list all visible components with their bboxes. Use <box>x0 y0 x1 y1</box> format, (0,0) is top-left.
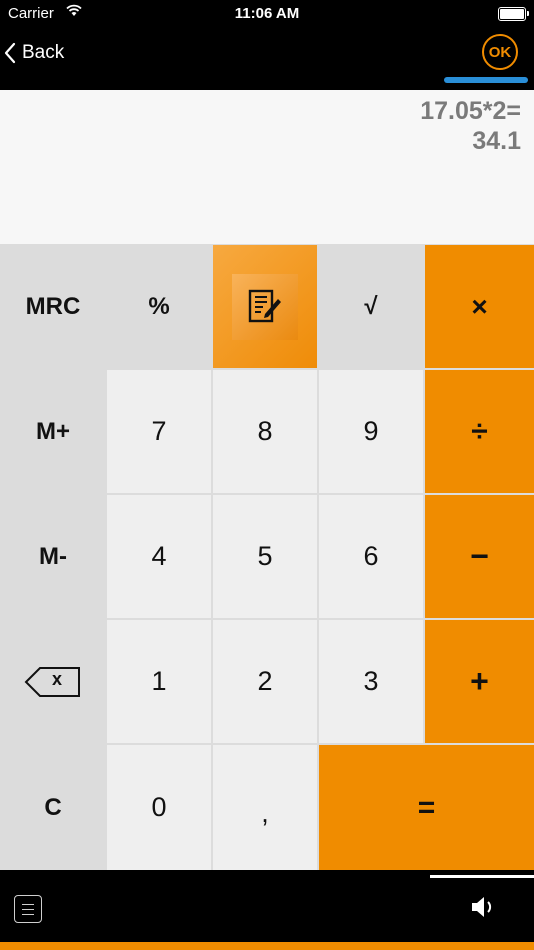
result-text: 34.1 <box>472 127 521 155</box>
key-2[interactable]: 2 <box>213 620 317 743</box>
key-1[interactable]: 1 <box>107 620 211 743</box>
bottom-toolbar <box>0 875 534 940</box>
comma-key[interactable]: , <box>213 745 317 870</box>
ok-button[interactable]: OK <box>482 34 518 70</box>
active-tab-indicator <box>430 875 534 878</box>
key-6[interactable]: 6 <box>319 495 423 618</box>
equals-key[interactable]: = <box>319 745 534 870</box>
key-9[interactable]: 9 <box>319 370 423 493</box>
m-minus-key[interactable]: M- <box>1 495 105 618</box>
ok-progress-bar <box>444 77 528 83</box>
multiply-key[interactable]: × <box>425 245 534 368</box>
menu-icon[interactable] <box>14 895 42 923</box>
expression-text: 17.05*2= <box>420 97 521 125</box>
sqrt-key[interactable]: √ <box>319 245 423 368</box>
key-4[interactable]: 4 <box>107 495 211 618</box>
keypad: MRC % √ × M+ 7 8 9 ÷ M- 4 5 6 − x 1 2 3 … <box>0 244 534 870</box>
status-bar: Carrier 11:06 AM <box>0 0 534 28</box>
clear-key[interactable]: C <box>1 745 105 870</box>
speaker-icon[interactable] <box>470 895 496 924</box>
key-8[interactable]: 8 <box>213 370 317 493</box>
back-button[interactable]: Back <box>4 42 64 64</box>
key-7[interactable]: 7 <box>107 370 211 493</box>
backspace-icon: x <box>24 666 82 698</box>
key-3[interactable]: 3 <box>319 620 423 743</box>
back-chevron-icon <box>4 42 16 64</box>
key-5[interactable]: 5 <box>213 495 317 618</box>
notes-icon-tile <box>232 273 298 340</box>
bottom-accent-line <box>0 942 534 950</box>
notes-key[interactable] <box>213 245 317 368</box>
battery-icon <box>498 7 529 21</box>
calculator-display: 17.05*2= 34.1 <box>0 90 534 244</box>
plus-key[interactable]: + <box>425 620 534 743</box>
divide-key[interactable]: ÷ <box>425 370 534 493</box>
m-plus-key[interactable]: M+ <box>1 370 105 493</box>
clock: 11:06 AM <box>234 5 300 22</box>
backspace-key[interactable]: x <box>1 620 105 743</box>
percent-key[interactable]: % <box>107 245 211 368</box>
backspace-x-label: x <box>52 668 63 689</box>
back-label: Back <box>22 42 65 63</box>
mrc-key[interactable]: MRC <box>1 245 105 368</box>
notes-icon <box>248 289 281 322</box>
key-0[interactable]: 0 <box>107 745 211 870</box>
minus-key[interactable]: − <box>425 495 534 618</box>
